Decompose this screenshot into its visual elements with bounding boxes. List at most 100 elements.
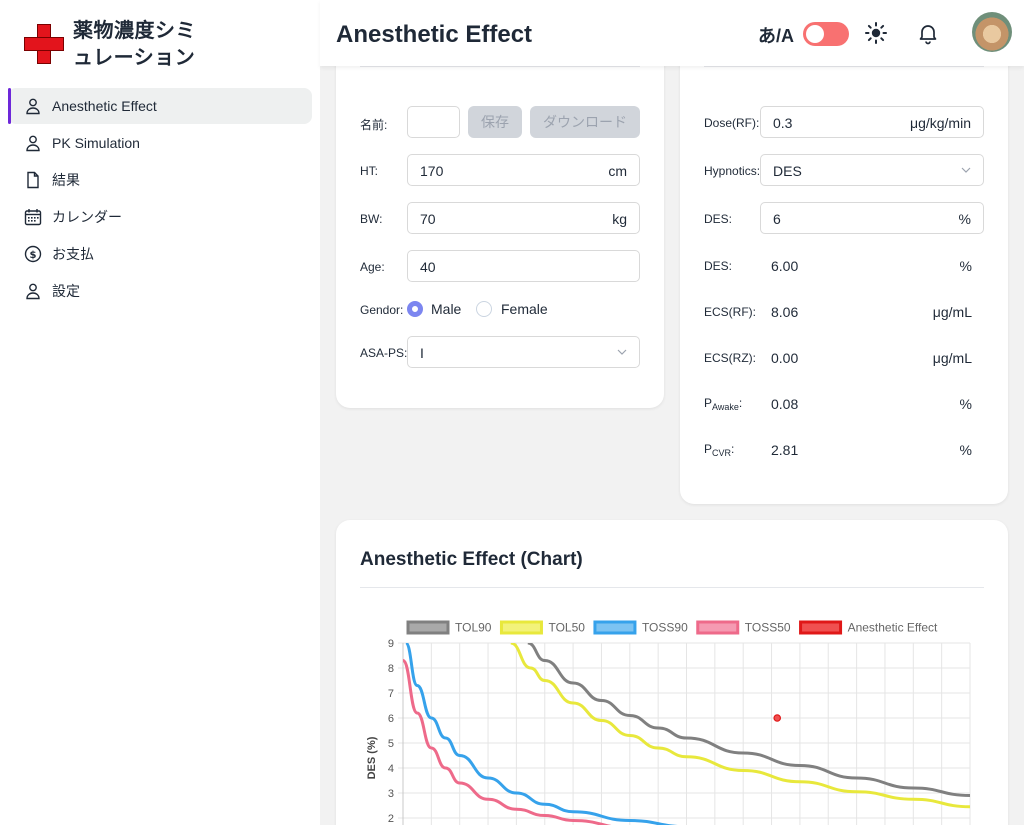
result-pawake-unit: % (959, 396, 972, 412)
des-input[interactable]: 6 % (760, 202, 984, 234)
des-input-value: 6 (773, 211, 781, 227)
anesthetic-effect-point (773, 714, 782, 722)
user-icon (24, 97, 42, 115)
series-line-toss90 (404, 643, 678, 825)
y-tick-label: 7 (388, 688, 394, 700)
download-button[interactable]: ダウンロード (530, 106, 640, 138)
sidebar-item-payment[interactable]: $ お支払 (8, 236, 312, 272)
result-ecs-rz-label: ECS(RZ): (704, 351, 756, 365)
hypnotics-select[interactable]: DES (760, 154, 984, 186)
des-input-unit: % (958, 211, 971, 227)
result-ecs-rz-value: 0.00 (771, 350, 799, 366)
dose-value: 0.3 (773, 115, 793, 131)
legend-label: TOSS50 (745, 621, 791, 635)
sidebar-item-pk-simulation[interactable]: PK Simulation (8, 125, 312, 161)
language-toggle[interactable] (803, 22, 849, 46)
result-des-unit: % (959, 258, 972, 274)
result-ecs-rf-unit: μg/mL (932, 304, 972, 320)
avatar[interactable] (972, 12, 1012, 52)
name-label: 名前: (360, 118, 388, 132)
result-pcvr-value: 2.81 (771, 442, 799, 458)
y-tick-label: 8 (388, 663, 394, 675)
ht-unit: cm (608, 163, 627, 179)
sidebar-item-settings[interactable]: 設定 (8, 273, 312, 309)
y-tick-label: 2 (388, 813, 394, 825)
user-icon (24, 282, 42, 300)
legend-label: TOL90 (455, 621, 492, 635)
ht-label: HT: (360, 164, 378, 178)
y-tick-label: 5 (388, 738, 394, 750)
calendar-icon (24, 208, 42, 226)
y-tick-label: 6 (388, 713, 394, 725)
legend-label: Anesthetic Effect (848, 621, 938, 635)
legend-swatch (499, 620, 543, 635)
sidebar-item-label: Anesthetic Effect (52, 98, 157, 114)
gender-male-label: Male (431, 301, 462, 317)
gender-male-radio[interactable] (407, 301, 423, 317)
ht-input[interactable]: 170 cm (407, 154, 640, 186)
hypnotics-value: DES (773, 163, 802, 179)
asa-value: I (420, 345, 424, 361)
sidebar-item-calendar[interactable]: カレンダー (8, 199, 312, 235)
chevron-down-icon (961, 167, 971, 173)
result-pcvr-unit: % (959, 442, 972, 458)
legend-swatch (799, 620, 843, 635)
legend-swatch (696, 620, 740, 635)
asa-select[interactable]: I (407, 336, 640, 368)
result-pawake-value: 0.08 (771, 396, 799, 412)
dollar-icon: $ (24, 245, 42, 263)
sidebar-nav: Anesthetic Effect PK Simulation 結果 カレンダー… (8, 88, 312, 310)
user-icon (24, 134, 42, 152)
result-ecs-rf-label: ECS(RF): (704, 305, 756, 319)
page-title: Anesthetic Effect (336, 21, 533, 48)
y-tick-label: 3 (388, 788, 394, 800)
sidebar-item-label: 設定 (52, 283, 80, 299)
result-pcvr-label: PCVR: (704, 442, 735, 458)
chart-card: Anesthetic Effect (Chart) 2 3 4 5 6 7 8 9 DES (%… (336, 520, 1008, 825)
y-tick-label: 9 (388, 638, 394, 650)
document-icon (24, 171, 42, 189)
dose-input[interactable]: 0.3 μg/kg/min (760, 106, 984, 138)
sidebar-item-label: カレンダー (52, 209, 122, 225)
gender-female-label: Female (501, 301, 548, 317)
dose-unit: μg/kg/min (910, 115, 971, 131)
card-divider (360, 66, 640, 67)
age-value: 40 (420, 259, 436, 275)
y-axis-label: DES (%) (366, 736, 378, 779)
gender-female-radio[interactable] (476, 301, 492, 317)
sidebar-item-label: 結果 (52, 172, 80, 188)
result-des-value: 6.00 (771, 258, 799, 274)
result-ecs-rf-value: 8.06 (771, 304, 799, 320)
age-input[interactable]: 40 (407, 250, 640, 282)
red-cross-icon (24, 24, 64, 64)
sidebar-item-results[interactable]: 結果 (8, 162, 312, 198)
name-input[interactable] (407, 106, 460, 138)
sun-icon[interactable] (864, 21, 888, 45)
y-tick-label: 4 (388, 763, 394, 775)
drug-card: Dose(RF): 0.3 μg/kg/min Hypnotics: DES D… (680, 40, 1008, 504)
sidebar-item-label: お支払 (52, 246, 94, 262)
ht-value: 170 (420, 163, 444, 179)
bw-input[interactable]: 70 kg (407, 202, 640, 234)
bell-icon[interactable] (916, 21, 940, 45)
bw-value: 70 (420, 211, 436, 227)
card-divider (704, 66, 984, 67)
app-logo[interactable]: 薬物濃度シミュレーション (24, 18, 203, 72)
legend-swatch (593, 620, 637, 635)
sidebar-item-anesthetic-effect[interactable]: Anesthetic Effect (8, 88, 312, 124)
result-des-label: DES: (704, 259, 733, 273)
asa-label: ASA-PS: (360, 346, 408, 360)
top-header: Anesthetic Effect あ/A (320, 0, 1024, 66)
sidebar-item-label: PK Simulation (52, 135, 140, 151)
gender-label: Gendor: (360, 303, 404, 317)
bw-label: BW: (360, 212, 383, 226)
bw-unit: kg (612, 211, 627, 227)
save-button[interactable]: 保存 (468, 106, 522, 138)
chevron-down-icon (617, 349, 627, 355)
result-pawake-label: PAwake: (704, 396, 743, 412)
des-input-label: DES: (704, 212, 733, 226)
dose-label: Dose(RF): (704, 116, 760, 130)
age-label: Age: (360, 260, 385, 274)
app-title: 薬物濃度シミュレーション (73, 20, 196, 69)
patient-card: 名前: 保存 ダウンロード HT: 170 cm BW: 70 kg Age: … (336, 40, 664, 408)
